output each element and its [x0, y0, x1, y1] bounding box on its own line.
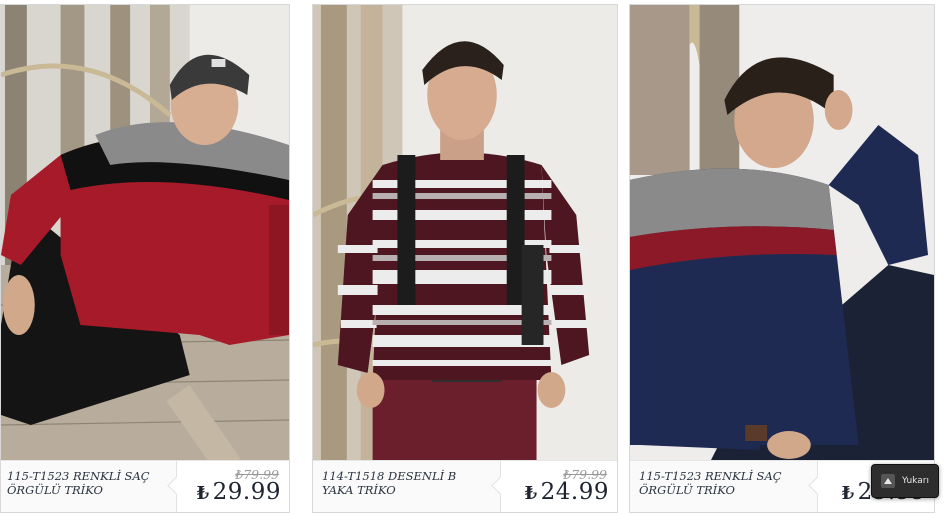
- product-image[interactable]: [1, 5, 289, 463]
- product-card[interactable]: 114-T1518 DESENLİ B YAKA TRİKO ₺79.99 ₺ 2…: [312, 4, 618, 513]
- arrow-up-icon: [881, 474, 895, 488]
- product-photo: [313, 5, 617, 463]
- product-footer: 114-T1518 DESENLİ B YAKA TRİKO ₺79.99 ₺ 2…: [313, 460, 617, 512]
- product-name[interactable]: 115-T1523 RENKLİ SAÇ ÖRGÜLÜ TRİKO: [7, 469, 175, 497]
- currency-icon: ₺: [841, 483, 855, 504]
- product-photo: [630, 5, 934, 463]
- product-footer: 115-T1523 RENKLİ SAÇ ÖRGÜLÜ TRİKO ₺79.99…: [1, 460, 289, 512]
- price-value: 29.99: [212, 479, 281, 505]
- scroll-to-top-button[interactable]: Yukarı: [871, 464, 939, 498]
- currency-icon: ₺: [196, 483, 210, 504]
- product-name[interactable]: 114-T1518 DESENLİ B YAKA TRİKO: [322, 469, 472, 497]
- currency-icon: ₺: [524, 483, 538, 504]
- product-image[interactable]: [630, 5, 934, 463]
- current-price: ₺29.99: [197, 479, 281, 505]
- product-name[interactable]: 115-T1523 RENKLİ SAÇ ÖRGÜLÜ TRİKO: [639, 469, 807, 497]
- price-box: ₺79.99 ₺ 24.99: [500, 461, 617, 512]
- product-card[interactable]: 115-T1523 RENKLİ SAÇ ÖRGÜLÜ TRİKO ₺29.99: [629, 4, 935, 513]
- product-photo: [1, 5, 289, 463]
- scroll-to-top-label: Yukarı: [902, 476, 929, 486]
- product-image[interactable]: [313, 5, 617, 463]
- price-box: ₺79.99 ₺ 29.99: [176, 461, 289, 512]
- current-price: ₺ 24.99: [525, 479, 609, 505]
- price-value: 24.99: [540, 479, 609, 505]
- product-card[interactable]: 115-T1523 RENKLİ SAÇ ÖRGÜLÜ TRİKO ₺79.99…: [0, 4, 290, 513]
